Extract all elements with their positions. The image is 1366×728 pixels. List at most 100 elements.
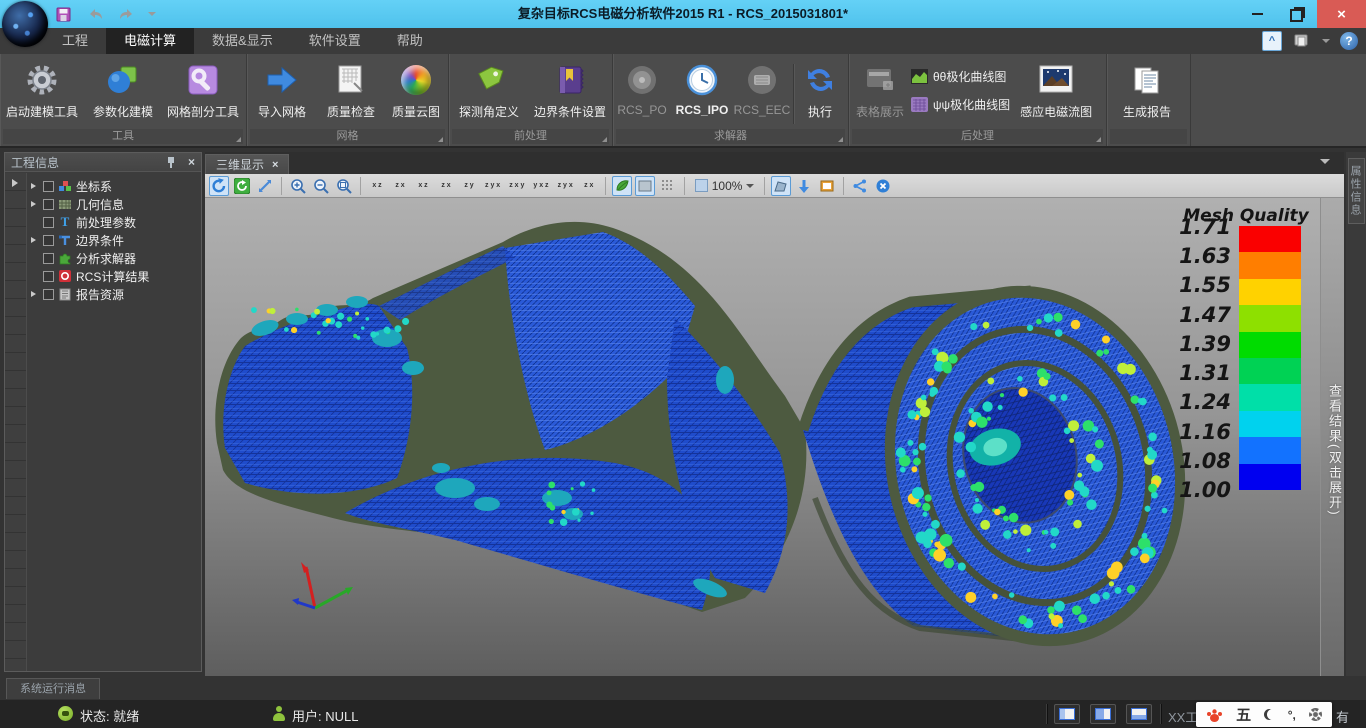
zoom-level-select[interactable]: 100% xyxy=(691,179,759,193)
tab-attribute-info[interactable]: 属性信息 xyxy=(1348,158,1365,224)
menu-tab-project[interactable]: 工程 xyxy=(44,28,106,54)
pan-zoom-icon[interactable] xyxy=(255,176,275,196)
gutter-arrow-icon[interactable] xyxy=(12,179,22,187)
view-back-button[interactable]: z x xyxy=(390,176,410,196)
layout-bottom-panel-icon[interactable] xyxy=(1126,704,1152,724)
parametric-modeling-button[interactable]: 参数化建模 xyxy=(84,58,162,120)
expander-icon[interactable] xyxy=(31,183,39,189)
checkbox[interactable] xyxy=(43,235,54,246)
view-iso1-button[interactable]: z x y xyxy=(506,176,527,196)
close-button[interactable]: × xyxy=(1317,0,1366,28)
ime-paw-icon[interactable] xyxy=(1206,707,1223,723)
tree-item-preprocess-params[interactable]: T 前处理参数 xyxy=(27,213,201,231)
orbit-icon[interactable] xyxy=(232,176,252,196)
device-icon[interactable] xyxy=(1292,31,1312,51)
rcs-ipo-button[interactable]: RCS_IPO xyxy=(671,58,733,117)
zoom-in-icon[interactable] xyxy=(288,176,308,196)
view-iso2-button[interactable]: y x z xyxy=(530,176,551,196)
ime-toolbar[interactable]: 五 °, xyxy=(1196,702,1332,727)
expander-icon[interactable] xyxy=(31,237,39,243)
quality-cloudmap-button[interactable]: 质量云图 xyxy=(385,58,447,120)
tree-item-coordinate-system[interactable]: 坐标系 xyxy=(27,177,201,195)
menu-tab-settings[interactable]: 软件设置 xyxy=(291,28,379,54)
cancel-icon[interactable] xyxy=(873,176,893,196)
checkbox[interactable] xyxy=(43,181,54,192)
arrow-down-icon[interactable] xyxy=(794,176,814,196)
view-top-button[interactable]: z y xyxy=(459,176,479,196)
menu-tab-em-compute[interactable]: 电磁计算 xyxy=(106,28,194,54)
checkbox[interactable] xyxy=(43,217,54,228)
probe-angle-button[interactable]: 探测角定义 xyxy=(449,58,529,120)
psi-polarization-curve-button[interactable]: ψψ极化曲线图 xyxy=(911,94,1010,114)
tree-item-geometry-info[interactable]: 几何信息 xyxy=(27,195,201,213)
tree-item-rcs-results[interactable]: RCS计算结果 xyxy=(27,267,201,285)
checkbox[interactable] xyxy=(43,199,54,210)
expander-icon[interactable] xyxy=(31,201,39,207)
checkbox[interactable] xyxy=(43,289,54,300)
checkbox[interactable] xyxy=(43,271,54,282)
share-link-icon[interactable] xyxy=(850,176,870,196)
tree-item-boundary-conditions[interactable]: 边界条件 xyxy=(27,231,201,249)
view-bottom-button[interactable]: z y x xyxy=(482,176,503,196)
results-expand-strip[interactable]: 查看结果(双击展开) xyxy=(1320,198,1344,676)
menu-tab-data-display[interactable]: 数据&显示 xyxy=(194,28,291,54)
theta-chart-icon xyxy=(911,69,928,84)
rotate-icon[interactable] xyxy=(209,176,229,196)
view-right-button[interactable]: z x xyxy=(436,176,456,196)
3d-canvas[interactable]: Mesh Quality 1.71 1.63 1.55 1.47 1.39 1.… xyxy=(205,198,1344,676)
execute-button[interactable]: 执行 xyxy=(796,58,844,120)
legend-label: 1.55 xyxy=(1153,273,1231,297)
collapse-ribbon-icon[interactable]: ^ xyxy=(1262,31,1282,51)
viewport: 三维显示 × x z z x x z z x z y z y x z x xyxy=(205,152,1344,676)
device-dropdown-icon[interactable] xyxy=(1322,39,1330,47)
induced-current-map-button[interactable]: 感应电磁流图 xyxy=(1010,58,1102,120)
ime-punctuation[interactable]: °, xyxy=(1288,708,1296,722)
group-label-tools[interactable]: 工具 xyxy=(3,129,243,144)
zoom-out-icon[interactable] xyxy=(311,176,331,196)
ime-settings-icon[interactable] xyxy=(1309,708,1322,721)
checkbox[interactable] xyxy=(43,253,54,264)
quality-check-button[interactable]: 质量检查 xyxy=(317,58,385,120)
mesh-partition-tool-button[interactable]: 网格剖分工具 xyxy=(162,58,244,120)
rcs-eec-button: RCS_EEC xyxy=(733,58,791,117)
ime-wubi-mode[interactable]: 五 xyxy=(1236,704,1251,725)
theta-polarization-curve-button[interactable]: θθ极化曲线图 xyxy=(911,66,1010,86)
tree-item-solver[interactable]: 分析求解器 xyxy=(27,249,201,267)
boundary-settings-button[interactable]: 边界条件设置 xyxy=(529,58,611,120)
expander-icon[interactable] xyxy=(31,291,39,297)
grid-points-icon[interactable] xyxy=(658,176,678,196)
generate-report-button[interactable]: 生成报告 xyxy=(1107,58,1187,120)
capture-window-icon[interactable] xyxy=(817,176,837,196)
group-label-preprocess[interactable]: 前处理 xyxy=(452,129,609,144)
import-mesh-button[interactable]: 导入网格 xyxy=(247,58,317,120)
help-icon[interactable]: ? xyxy=(1340,32,1358,50)
zoom-fit-icon[interactable] xyxy=(334,176,354,196)
view-front-button[interactable]: x z xyxy=(367,176,387,196)
tree-item-report-resources[interactable]: 报告资源 xyxy=(27,285,201,303)
tab-system-messages[interactable]: 系统运行消息 xyxy=(6,678,100,699)
fit-view-icon[interactable] xyxy=(771,176,791,196)
restore-button[interactable] xyxy=(1277,0,1317,28)
view-left-button[interactable]: x z xyxy=(413,176,433,196)
view-iso4-button[interactable]: z x xyxy=(579,176,599,196)
shaded-mode-icon[interactable] xyxy=(612,176,632,196)
pin-icon[interactable] xyxy=(166,156,176,168)
group-label-mesh[interactable]: 网格 xyxy=(250,129,445,144)
tab-3d-display[interactable]: 三维显示 × xyxy=(205,154,289,174)
tabbar-dropdown-icon[interactable] xyxy=(1320,159,1330,169)
menu-tab-help[interactable]: 帮助 xyxy=(379,28,441,54)
tab-close-icon[interactable]: × xyxy=(272,159,278,171)
group-label-postprocess[interactable]: 后处理 xyxy=(852,129,1103,144)
group-label-report[interactable] xyxy=(1110,129,1187,144)
panel-close-icon[interactable]: × xyxy=(188,155,195,169)
wireframe-mode-icon[interactable] xyxy=(635,176,655,196)
group-label-solver[interactable]: 求解器 xyxy=(616,129,845,144)
layout-left-fill-icon[interactable] xyxy=(1090,704,1116,724)
ribbon: 启动建模工具 参数化建模 网格剖分工具 工具 导入网格 质量检查 xyxy=(0,54,1366,148)
status-bar: 状态: 就绪 用户: NULL XX工业 有 五 °, xyxy=(0,700,1366,728)
ime-halfwidth-icon[interactable] xyxy=(1264,709,1275,720)
launch-modeling-tool-button[interactable]: 启动建模工具 xyxy=(0,58,84,120)
minimize-button[interactable] xyxy=(1237,0,1277,28)
layout-left-panel-icon[interactable] xyxy=(1054,704,1080,724)
view-iso3-button[interactable]: z y x xyxy=(555,176,576,196)
